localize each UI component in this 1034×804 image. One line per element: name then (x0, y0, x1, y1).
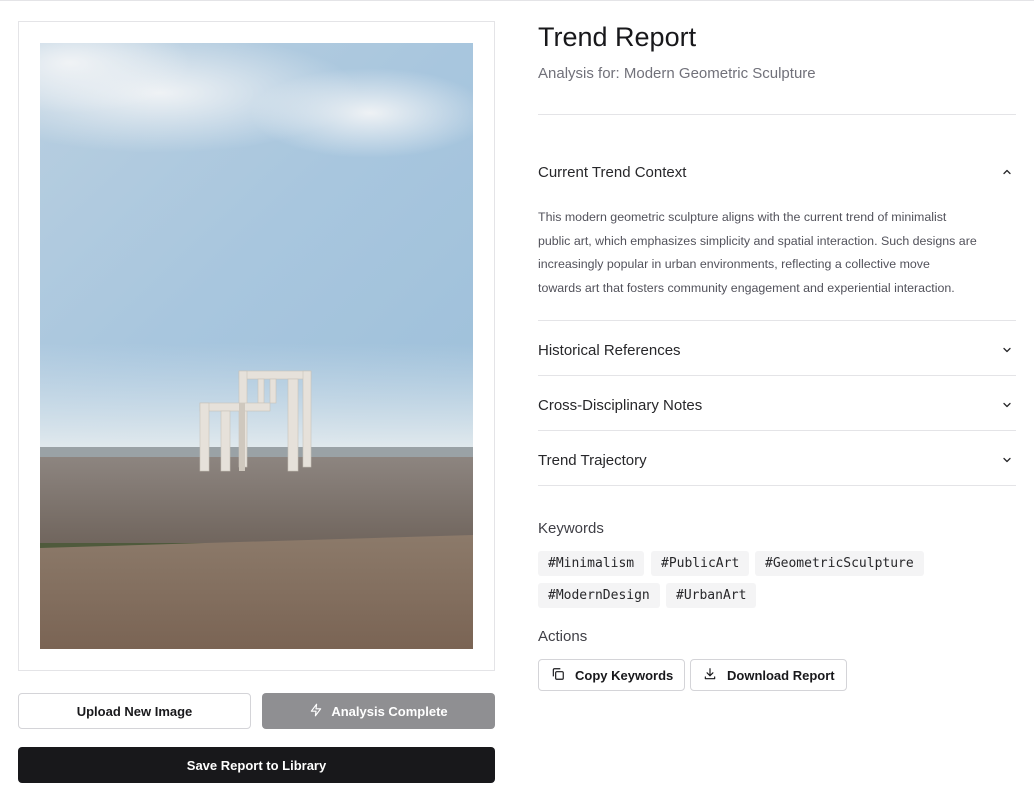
copy-icon (551, 667, 565, 684)
accordion-title: Cross-Disciplinary Notes (538, 396, 703, 414)
keyword-tag: #ModernDesign (538, 583, 660, 608)
keyword-tag: #GeometricSculpture (755, 551, 924, 576)
content-line: increasingly popular in urban environmen… (538, 257, 930, 271)
keyword-tag: #UrbanArt (666, 583, 757, 608)
sculpture-image (40, 43, 473, 649)
chevron-down-icon (1001, 344, 1013, 356)
keywords-label: Keywords (538, 520, 604, 537)
copy-keywords-label: Copy Keywords (575, 667, 674, 683)
sculpture-photo (40, 43, 473, 649)
accordion-current-trend-context[interactable]: Current Trend Context (538, 162, 1016, 182)
accordion-divider (538, 485, 1016, 486)
subtitle-prefix: Analysis for: (538, 65, 620, 82)
accordion-title: Historical References (538, 341, 681, 359)
accordion-divider (538, 375, 1016, 376)
subtitle-value: Modern Geometric Sculpture (623, 65, 816, 82)
download-report-label: Download Report (727, 667, 835, 683)
save-report-button[interactable]: Save Report to Library (18, 747, 495, 783)
keyword-tag: #PublicArt (651, 551, 750, 576)
content-line: towards art that fosters community engag… (538, 280, 955, 295)
accordion-divider (538, 430, 1016, 431)
save-report-label: Save Report to Library (186, 757, 327, 773)
zap-icon (309, 703, 323, 720)
chevron-down-icon (1001, 454, 1013, 466)
accordion-historical-references[interactable]: Historical References (538, 340, 1016, 360)
upload-new-image-label: Upload New Image (76, 703, 193, 719)
chevron-up-icon (1001, 166, 1013, 178)
analysis-complete-button[interactable]: Analysis Complete (262, 693, 495, 729)
accordion-title: Trend Trajectory (538, 451, 647, 469)
download-icon (703, 667, 717, 684)
report-subtitle: Analysis for: Modern Geometric Sculpture (538, 65, 816, 82)
header-divider (538, 114, 1016, 115)
copy-keywords-button[interactable]: Copy Keywords (538, 659, 686, 691)
chevron-down-icon (1001, 399, 1013, 411)
actions-label: Actions (538, 628, 588, 645)
accordion-title: Current Trend Context (538, 163, 687, 181)
current-trend-context-content: This modern geometric sculpture aligns w… (538, 206, 1016, 300)
accordion-cross-disciplinary-notes[interactable]: Cross-Disciplinary Notes (538, 395, 1016, 415)
upload-new-image-button[interactable]: Upload New Image (18, 693, 251, 729)
download-report-button[interactable]: Download Report (690, 659, 847, 691)
content-line: public art, which emphasizes simplicity … (538, 233, 977, 248)
accordion-divider (538, 320, 1016, 321)
content-line: This modern geometric sculpture aligns w… (538, 210, 947, 224)
top-border (0, 0, 1034, 1)
keyword-tag: #Minimalism (538, 551, 645, 576)
accordion-trend-trajectory[interactable]: Trend Trajectory (538, 450, 1016, 470)
analysis-complete-label: Analysis Complete (331, 703, 448, 719)
page-title: Trend Report (538, 22, 697, 52)
image-card (18, 21, 495, 671)
